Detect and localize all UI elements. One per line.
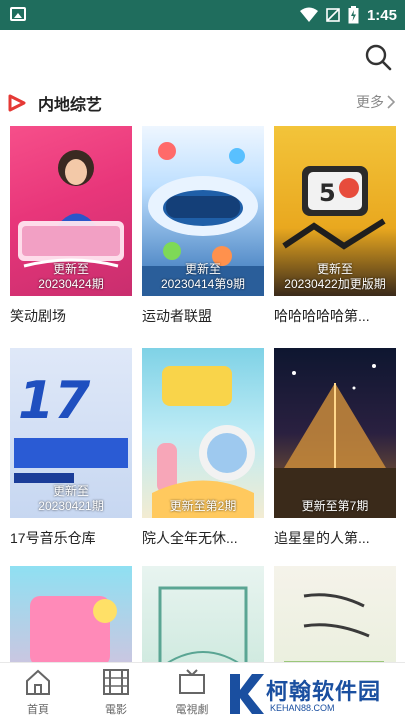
show-poster[interactable]: 5 更新至 20230422加更版期 xyxy=(274,126,396,296)
update-badge: 更新至 20230414第9期 xyxy=(160,262,246,291)
section-header: 内地综艺 更多 xyxy=(0,86,405,118)
logo-area xyxy=(22,38,185,78)
wifi-icon xyxy=(299,7,318,22)
nav-label: 首頁 xyxy=(27,704,49,716)
show-card[interactable]: 更新至 20230424期 笑动剧场 xyxy=(10,126,132,326)
show-title: 追星星的人第... xyxy=(274,530,370,546)
show-poster[interactable]: 17 更新至 20230421期 xyxy=(10,348,132,518)
top-bar xyxy=(0,30,405,84)
poster-art xyxy=(152,366,255,518)
show-card[interactable]: 更新至第2期 院人全年无休... xyxy=(142,348,264,548)
watermark-sub: KEHAN88.COM xyxy=(270,703,335,713)
home-icon xyxy=(26,669,50,695)
show-title: 17号音乐仓库 xyxy=(10,530,96,546)
nav-label: 電影 xyxy=(105,704,127,716)
search-icon[interactable] xyxy=(363,42,393,72)
watermark-text: 柯翰软件园 xyxy=(266,679,382,704)
update-badge: 更新至 20230422加更版期 xyxy=(284,262,386,291)
show-poster[interactable]: 更新至第7期 xyxy=(274,348,396,518)
nav-item-movies[interactable]: 電影 xyxy=(86,667,146,719)
watermark: 柯翰软件园 KEHAN88.COM xyxy=(218,668,405,720)
no-signal-icon xyxy=(326,8,340,22)
show-title: 院人全年无休... xyxy=(142,530,238,546)
show-title: 运动者联盟 xyxy=(142,308,212,324)
show-poster[interactable]: 更新至 20230424期 xyxy=(10,126,132,296)
gallery-notification-icon xyxy=(10,7,26,21)
update-badge: 更新至 20230424期 xyxy=(38,262,104,291)
play-triangle-icon xyxy=(8,94,26,112)
section-title: 内地综艺 xyxy=(38,97,103,114)
nav-item-home[interactable]: 首頁 xyxy=(8,667,68,719)
more-label: 更多 xyxy=(356,94,384,110)
status-bar: 1:45 xyxy=(0,0,405,30)
poster-art xyxy=(274,364,396,518)
show-card[interactable]: 17 更新至 20230421期 17号音乐仓库 xyxy=(10,348,132,548)
nav-label: 電視劇 xyxy=(175,704,209,716)
svg-text:17: 17 xyxy=(18,371,91,431)
show-card[interactable]: 5 更新至 20230422加更版期 哈哈哈哈哈第... xyxy=(274,126,396,326)
show-title: 哈哈哈哈哈第... xyxy=(274,308,370,324)
watermark-logo xyxy=(230,674,264,714)
svg-text:5: 5 xyxy=(319,179,336,207)
clock: 1:45 xyxy=(366,6,397,24)
show-card[interactable]: 更新至 20230414第9期 运动者联盟 xyxy=(142,126,264,326)
battery-charging-icon xyxy=(348,6,359,24)
show-card[interactable]: 更新至第7期 追星星的人第... xyxy=(274,348,396,548)
show-title: 笑动剧场 xyxy=(10,308,66,324)
film-icon xyxy=(103,669,129,695)
nav-item-tv[interactable]: 電視劇 xyxy=(162,667,222,719)
tv-icon xyxy=(179,669,205,694)
update-badge: 更新至第7期 xyxy=(301,499,369,513)
update-badge: 更新至 20230421期 xyxy=(38,484,104,513)
status-icons: 1:45 xyxy=(299,0,397,30)
chevron-right-icon xyxy=(387,95,395,109)
app-screen: 1:45 内地综艺 更多 更新至 20230424期 笑动剧场 更新至 2023… xyxy=(0,0,405,720)
show-poster[interactable]: 更新至第2期 xyxy=(142,348,264,518)
show-poster[interactable]: 更新至 20230414第9期 xyxy=(142,126,264,296)
update-badge: 更新至第2期 xyxy=(169,499,237,513)
more-link[interactable]: 更多 xyxy=(356,92,395,112)
